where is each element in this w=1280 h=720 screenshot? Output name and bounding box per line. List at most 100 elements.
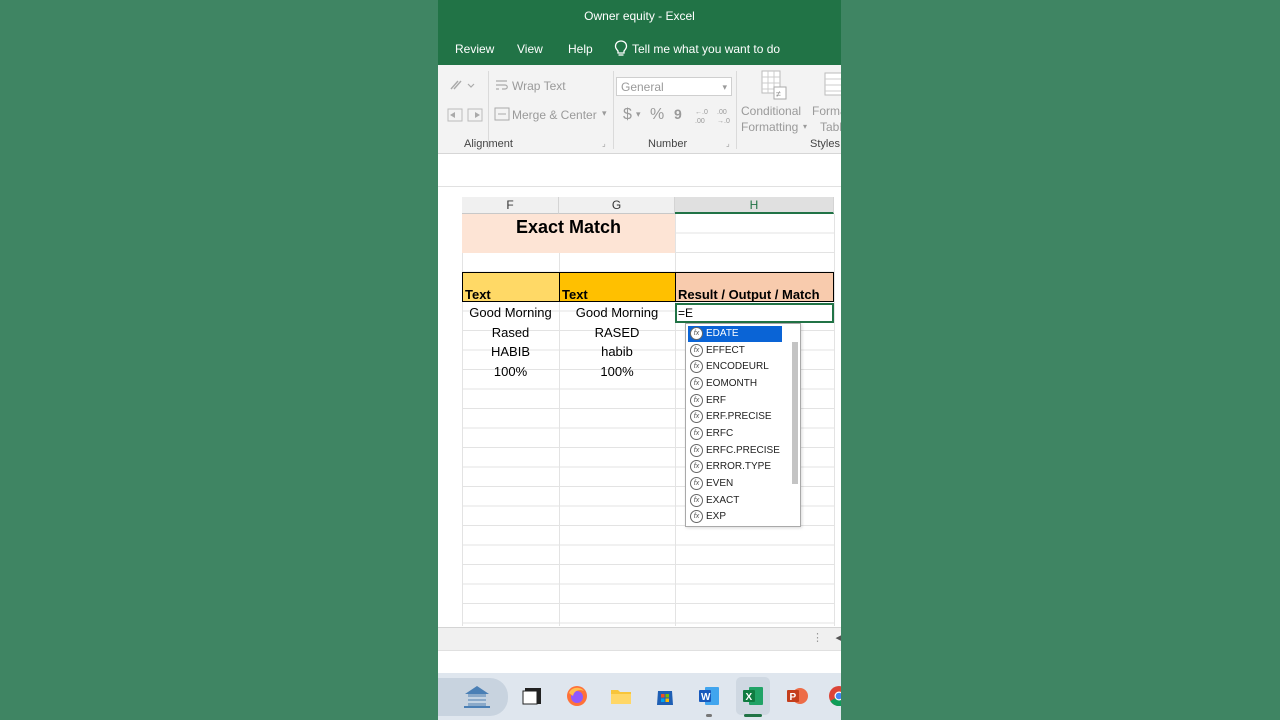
autocomplete-item[interactable]: fx ERROR.TYPE	[688, 459, 782, 475]
cell-input: =E	[678, 306, 694, 320]
autocomplete-item[interactable]: fx ERFC.PRECISE	[688, 443, 782, 459]
status-bar	[438, 650, 841, 673]
autocomplete-item[interactable]: fx EFFECT	[688, 343, 782, 359]
chevron-down-icon[interactable]: ▾	[636, 109, 641, 120]
scroll-left-icon[interactable]: ◂	[835, 631, 841, 644]
number-format-value: General	[621, 80, 664, 94]
conditional-formatting-icon: ≠	[761, 70, 787, 100]
format-as-table-label-2[interactable]: Table	[820, 120, 841, 134]
cell-g-row4[interactable]: 100%	[559, 364, 675, 379]
conditional-formatting-label-2[interactable]: Formatting	[741, 120, 798, 134]
tab-view[interactable]: View	[517, 42, 543, 56]
more-options-icon[interactable]: ⋮	[812, 631, 823, 644]
cell-f-row4[interactable]: 100%	[462, 364, 559, 379]
decimal-adjust-icon[interactable]: ←.0 .00 .00 →.0	[693, 106, 735, 126]
svg-text:←.0: ←.0	[695, 109, 708, 116]
chevron-down-icon[interactable]: ▾	[602, 108, 607, 119]
powerpoint-icon[interactable]: P	[786, 685, 808, 707]
function-icon: fx	[690, 409, 703, 423]
column-header-f[interactable]: F	[462, 197, 559, 214]
column-header-h[interactable]: H	[675, 197, 834, 214]
autocomplete-item[interactable]: fx EVEN	[688, 476, 782, 492]
ribbon-tabs: Review View Help Tell me what you want t…	[438, 34, 841, 65]
taskbar-widget[interactable]	[438, 678, 508, 716]
autocomplete-item[interactable]: fx EDATE	[688, 326, 782, 342]
cell-f-row1[interactable]: Good Morning	[462, 305, 559, 320]
sheet-title: Exact Match	[515, 217, 622, 237]
header-text: Text	[465, 287, 491, 302]
currency-button[interactable]: $	[623, 106, 632, 124]
wrap-text-button[interactable]: Wrap Text	[512, 79, 566, 93]
excel-icon[interactable]: X	[742, 685, 764, 707]
header-cell-g[interactable]: Text	[559, 272, 676, 302]
function-icon: fx	[690, 509, 703, 523]
chevron-down-icon: ▾	[722, 82, 727, 92]
indent-icon[interactable]	[446, 107, 486, 123]
svg-text:.00: .00	[717, 109, 727, 116]
cell-f-row3[interactable]: HABIB	[462, 344, 559, 359]
taskbar: W X P	[438, 673, 841, 720]
firefox-icon[interactable]	[566, 685, 588, 707]
percent-button[interactable]: %	[650, 106, 664, 124]
cell-f-row2[interactable]: Rased	[462, 325, 559, 340]
dialog-launcher-icon[interactable]: ⌟	[726, 139, 730, 148]
cell-g-row3[interactable]: habib	[559, 344, 675, 359]
group-number: Number	[648, 138, 688, 150]
orientation-icon[interactable]	[448, 77, 476, 93]
autocomplete-item[interactable]: fx EOMONTH	[688, 376, 782, 392]
file-explorer-icon[interactable]	[610, 685, 632, 707]
svg-text:P: P	[790, 692, 797, 703]
sheet-title-cell[interactable]: Exact Match	[462, 214, 675, 253]
tell-me-search[interactable]: Tell me what you want to do	[632, 42, 780, 56]
conditional-formatting-label[interactable]: Conditional	[741, 104, 801, 118]
window-title: Owner equity - Excel	[584, 9, 695, 23]
function-icon: fx	[690, 393, 703, 407]
chrome-icon[interactable]	[828, 685, 841, 707]
autocomplete-item[interactable]: fx ERFC	[688, 426, 782, 442]
header-text: Result / Output / Match	[678, 287, 820, 302]
column-header-g[interactable]: G	[559, 197, 675, 214]
merge-center-icon	[494, 107, 510, 121]
function-icon: fx	[690, 376, 703, 390]
function-icon: fx	[690, 476, 703, 490]
autocomplete-item[interactable]: fx EXP	[688, 509, 782, 525]
title-bar: Owner equity - Excel	[438, 0, 841, 34]
svg-text:W: W	[701, 692, 711, 703]
function-icon: fx	[690, 343, 703, 357]
formula-autocomplete-list: fx EDATE fx EFFECT fx ENCODEURL fx EOMONTH f…	[685, 323, 801, 527]
building-icon	[464, 686, 490, 708]
function-icon: fx	[690, 493, 703, 507]
group-styles: Styles	[810, 138, 840, 150]
chevron-down-icon[interactable]: ▾	[803, 122, 807, 131]
comma-style-button[interactable]: 9	[674, 106, 682, 122]
cell-g-row2[interactable]: RASED	[559, 325, 675, 340]
tab-help[interactable]: Help	[568, 42, 593, 56]
autocomplete-item[interactable]: fx ENCODEURL	[688, 359, 782, 375]
column-letter: H	[749, 198, 759, 212]
sheet-tab-bar: ⋮ ◂	[438, 627, 841, 650]
column-letter: G	[611, 198, 622, 212]
formula-bar-area	[438, 154, 841, 187]
header-text: Text	[562, 287, 588, 302]
autocomplete-item[interactable]: fx ERF	[688, 393, 782, 409]
tab-review[interactable]: Review	[455, 42, 494, 56]
store-icon[interactable]	[654, 685, 676, 707]
format-as-table-label[interactable]: Forma	[812, 104, 841, 118]
active-cell-h[interactable]: =E	[675, 303, 834, 323]
dialog-launcher-icon[interactable]: ⌟	[602, 139, 606, 148]
merge-center-button[interactable]: Merge & Center	[512, 108, 597, 122]
cell-g-row1[interactable]: Good Morning	[559, 305, 675, 320]
autocomplete-scrollbar[interactable]	[792, 342, 798, 484]
autocomplete-item[interactable]: fx ERF.PRECISE	[688, 409, 782, 425]
format-as-table-icon	[824, 72, 841, 96]
word-icon[interactable]: W	[698, 685, 720, 707]
function-icon: fx	[690, 326, 703, 340]
ribbon: Wrap Text Merge & Center ▾ Alignment ⌟ G…	[438, 65, 841, 154]
terminal-icon[interactable]	[522, 685, 544, 707]
autocomplete-item[interactable]: fx EXACT	[688, 493, 782, 509]
svg-text:.00: .00	[695, 118, 705, 125]
header-cell-f[interactable]: Text	[462, 272, 560, 302]
number-format-dropdown[interactable]: General ▾	[616, 77, 732, 96]
header-cell-h[interactable]: Result / Output / Match	[675, 272, 834, 302]
svg-text:≠: ≠	[776, 89, 781, 99]
